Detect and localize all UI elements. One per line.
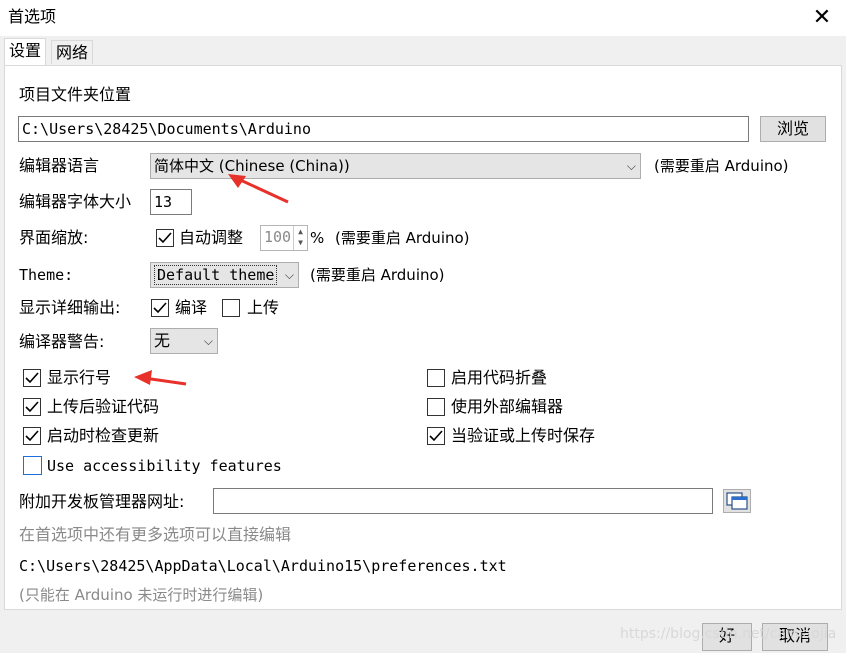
save-on-verify-label: 当验证或上传时保存: [451, 426, 596, 445]
prefs-file-path[interactable]: C:\Users\28425\AppData\Local\Arduino15\p…: [19, 556, 507, 576]
check-updates-label: 启动时检查更新: [47, 426, 160, 445]
external-editor-checkbox[interactable]: [427, 398, 445, 416]
browse-button[interactable]: 浏览: [760, 116, 826, 142]
verbose-output-label: 显示详细输出:: [19, 298, 121, 317]
interface-scale-label: 界面缩放:: [19, 228, 89, 247]
check-icon: [158, 232, 172, 244]
check-icon: [25, 430, 39, 442]
show-line-numbers-checkbox[interactable]: [23, 369, 41, 387]
verbose-compile-label: 编译: [175, 298, 208, 317]
chevron-down-icon: ⌵: [203, 334, 213, 348]
theme-value: Default theme: [154, 265, 278, 285]
scale-value: 100: [264, 228, 292, 246]
scale-unit: %: [310, 229, 325, 247]
accessibility-label: Use accessibility features: [47, 457, 282, 475]
check-icon: [25, 372, 39, 384]
theme-select[interactable]: Default theme ⌵: [150, 262, 299, 288]
check-icon: [429, 430, 443, 442]
board-manager-url-input[interactable]: [213, 488, 713, 514]
theme-note: (需要重启 Arduino): [310, 266, 445, 284]
verbose-compile-checkbox[interactable]: [151, 299, 169, 317]
open-url-list-button[interactable]: [723, 489, 751, 513]
auto-scale-checkbox[interactable]: [156, 229, 174, 247]
external-editor-label: 使用外部编辑器: [451, 397, 564, 416]
annotation-arrow-icon: [228, 174, 289, 204]
scale-spinner[interactable]: 100 ▲ ▼: [260, 225, 308, 251]
window-stack-icon: [726, 492, 748, 510]
check-icon: [25, 401, 39, 413]
editor-language-label: 编辑器语言: [19, 156, 100, 175]
verbose-upload-checkbox[interactable]: [222, 299, 240, 317]
code-folding-checkbox[interactable]: [427, 369, 445, 387]
chevron-down-icon: ⌵: [626, 159, 636, 173]
editor-font-size-input[interactable]: 13: [150, 189, 192, 215]
verify-after-upload-label: 上传后验证代码: [47, 397, 160, 416]
watermark: https://blog.csdn.net/cainiaojia: [620, 626, 837, 642]
theme-label: Theme:: [19, 266, 74, 284]
sketchbook-path-input[interactable]: C:\Users\28425\Documents\Arduino: [18, 116, 749, 142]
spinner-arrows-icon[interactable]: ▲ ▼: [293, 226, 307, 250]
auto-scale-label: 自动调整: [179, 228, 244, 247]
board-manager-label: 附加开发板管理器网址:: [19, 492, 185, 511]
compiler-warnings-select[interactable]: 无 ⌵: [150, 328, 218, 354]
save-on-verify-checkbox[interactable]: [427, 427, 445, 445]
annotation-arrow-icon: [134, 370, 187, 386]
verify-after-upload-checkbox[interactable]: [23, 398, 41, 416]
verbose-upload-label: 上传: [247, 298, 280, 317]
interface-scale-note: (需要重启 Arduino): [335, 229, 470, 247]
chevron-down-icon: ⌵: [284, 268, 294, 282]
editor-font-size-label: 编辑器字体大小: [19, 192, 132, 211]
tab-network[interactable]: 网络: [51, 40, 94, 64]
title-bar: [0, 0, 846, 36]
close-icon[interactable]: ✕: [808, 4, 836, 32]
check-icon: [153, 302, 167, 314]
show-line-numbers-label: 显示行号: [47, 368, 112, 387]
editor-language-note: (需要重启 Arduino): [654, 157, 789, 175]
code-folding-label: 启用代码折叠: [451, 368, 548, 387]
accessibility-checkbox[interactable]: [23, 456, 42, 475]
more-prefs-hint: 在首选项中还有更多选项可以直接编辑: [19, 525, 292, 544]
compiler-warnings-label: 编译器警告:: [19, 332, 105, 351]
edit-hint: (只能在 Arduino 未运行时进行编辑): [19, 586, 264, 604]
window-title: 首选项: [8, 7, 57, 26]
tab-settings[interactable]: 设置: [4, 38, 47, 66]
check-updates-checkbox[interactable]: [23, 427, 41, 445]
compiler-warnings-value: 无: [154, 331, 171, 350]
sketchbook-label: 项目文件夹位置: [19, 85, 132, 104]
